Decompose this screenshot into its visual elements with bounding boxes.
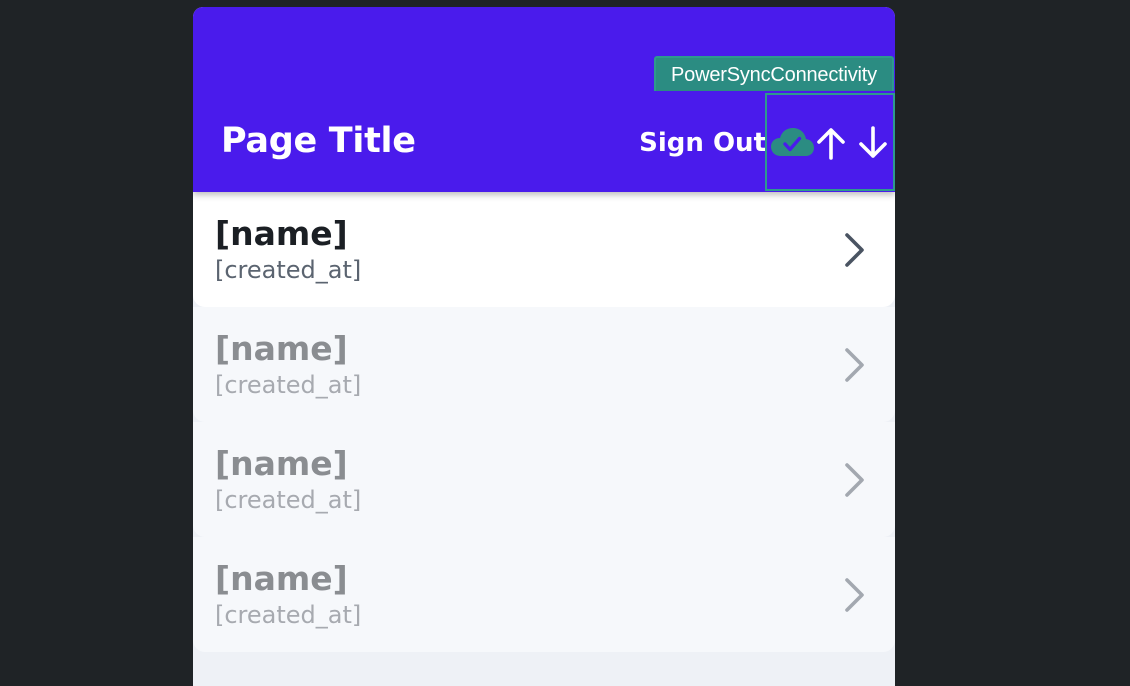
arrow-up-icon[interactable] — [813, 125, 849, 161]
item-created-at: [created_at] — [215, 256, 362, 284]
chevron-right-icon — [835, 230, 871, 270]
connectivity-status — [765, 93, 895, 191]
list-item[interactable]: [name] [created_at] — [193, 422, 895, 537]
item-list: [name] [created_at] [name] [created_at] … — [193, 192, 895, 652]
sign-out-button[interactable]: Sign Out — [611, 123, 766, 163]
list-item[interactable]: [name] [created_at] — [193, 192, 895, 307]
list-item[interactable]: [name] [created_at] — [193, 537, 895, 652]
app-screen: Page Title Sign Out PowerSyncConnectivit… — [193, 7, 895, 686]
chevron-right-icon — [835, 460, 871, 500]
app-bar: Page Title Sign Out PowerSyncConnectivit… — [193, 7, 895, 192]
page-title: Page Title — [221, 121, 416, 161]
connectivity-tag: PowerSyncConnectivity — [654, 56, 894, 91]
chevron-right-icon — [835, 345, 871, 385]
list-item[interactable]: [name] [created_at] — [193, 307, 895, 422]
item-name: [name] — [215, 444, 348, 483]
item-name: [name] — [215, 329, 348, 368]
arrow-down-icon[interactable] — [855, 125, 891, 161]
item-created-at: [created_at] — [215, 601, 362, 629]
item-name: [name] — [215, 214, 348, 253]
item-name: [name] — [215, 559, 348, 598]
item-created-at: [created_at] — [215, 486, 362, 514]
item-created-at: [created_at] — [215, 371, 362, 399]
cloud-check-icon[interactable] — [770, 123, 815, 163]
chevron-right-icon — [835, 575, 871, 615]
